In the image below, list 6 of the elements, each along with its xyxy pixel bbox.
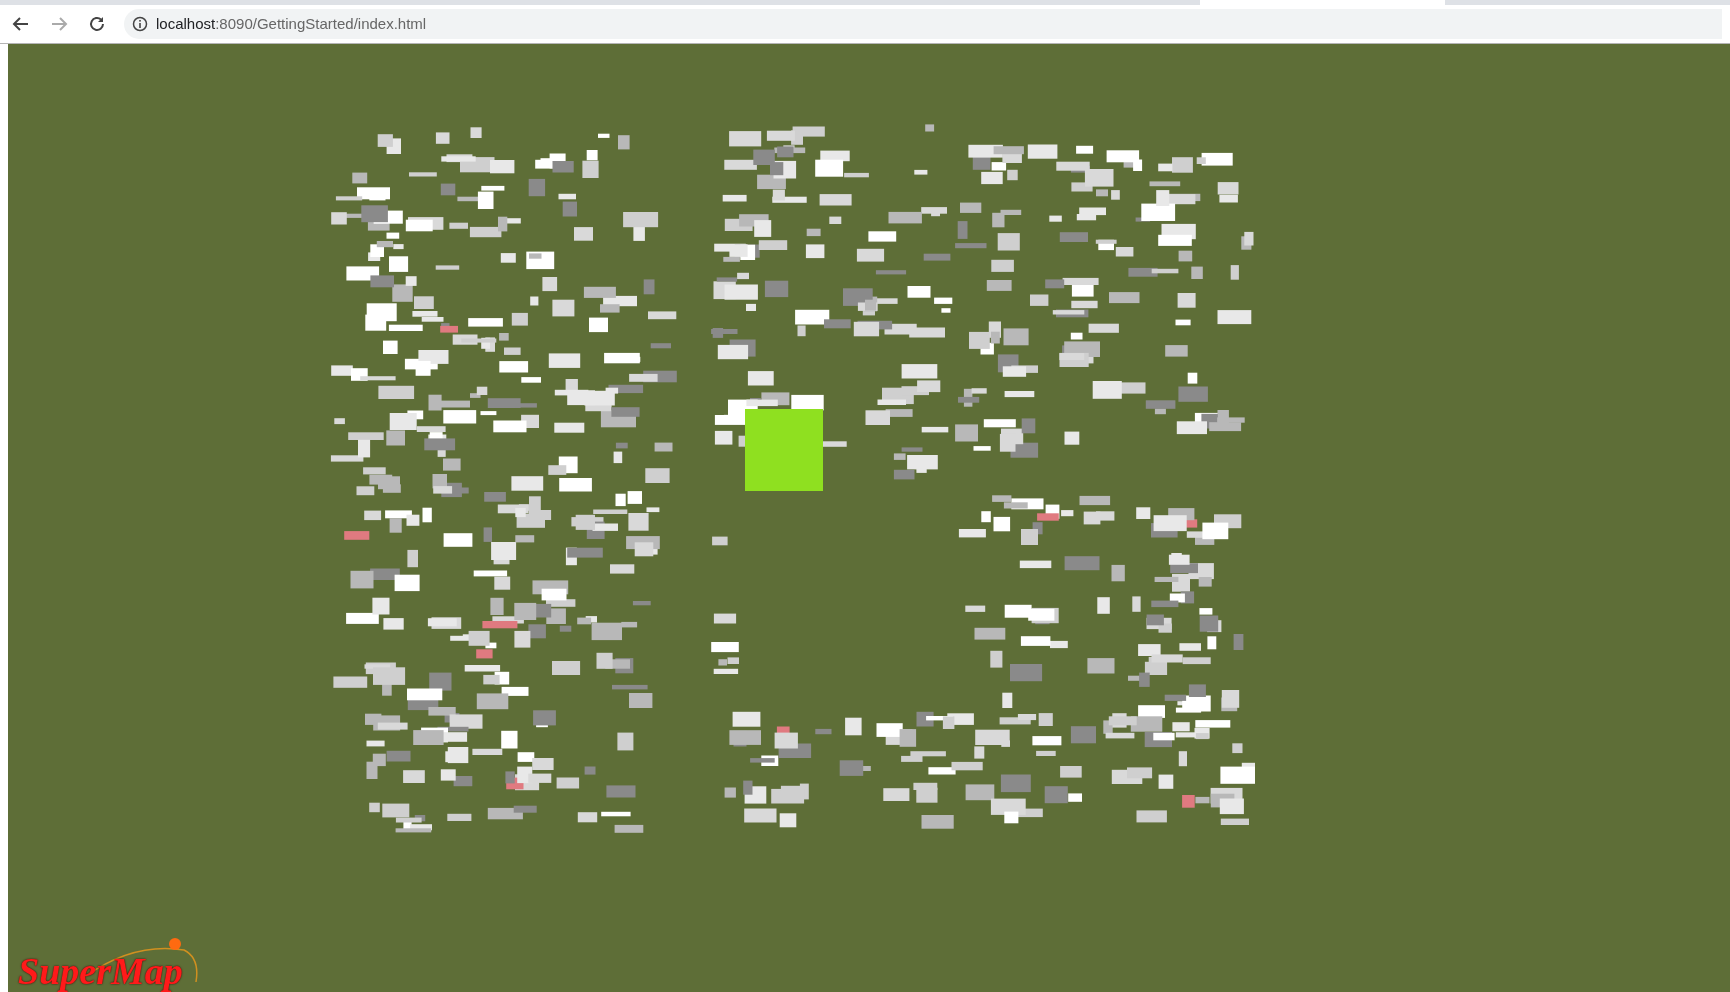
url-text: localhost:8090/GettingStarted/index.html: [156, 13, 427, 34]
address-bar[interactable]: localhost:8090/GettingStarted/index.html: [124, 9, 1722, 39]
supermap-logo: SuperMap: [14, 932, 200, 990]
info-icon: [132, 16, 148, 32]
back-icon[interactable]: [12, 15, 30, 33]
reload-icon[interactable]: [88, 15, 106, 33]
